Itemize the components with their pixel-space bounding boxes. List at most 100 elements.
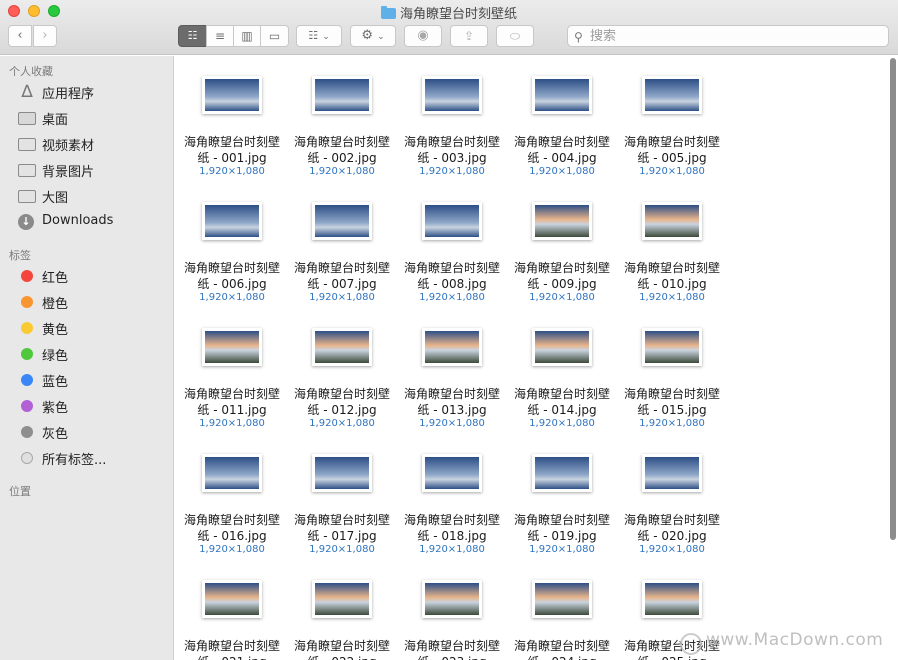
share-icon: ⇪ xyxy=(463,29,475,43)
file-item[interactable]: 海角瞭望台时刻壁纸 - 013.jpg 1,920×1,080 xyxy=(397,308,507,429)
back-button[interactable]: ‹ xyxy=(8,25,32,47)
file-item[interactable]: 海角瞭望台时刻壁纸 - 003.jpg 1,920×1,080 xyxy=(397,56,507,177)
search-field[interactable]: ⚲ xyxy=(567,25,889,47)
sidebar-tag-red[interactable]: 红色 xyxy=(0,264,174,288)
sidebar-item-video-assets[interactable]: 视频素材 xyxy=(0,132,174,156)
file-item[interactable]: 海角瞭望台时刻壁纸 - 011.jpg 1,920×1,080 xyxy=(177,308,287,429)
file-name-line: 纸 - 022.jpg xyxy=(287,654,397,660)
file-name: 海角瞭望台时刻壁纸 - 008.jpg xyxy=(397,260,507,292)
file-name: 海角瞭望台时刻壁纸 - 017.jpg xyxy=(287,512,397,544)
sidebar-item-applications[interactable]: ∆ 应用程序 xyxy=(0,80,174,104)
thumbnail-image xyxy=(205,79,259,111)
file-item[interactable]: 海角瞭望台时刻壁纸 - 008.jpg 1,920×1,080 xyxy=(397,182,507,303)
image-thumbnail xyxy=(312,328,372,366)
sidebar-item-label: 应用程序 xyxy=(42,87,95,102)
file-name-line: 海角瞭望台时刻壁 xyxy=(403,135,500,149)
file-item[interactable]: 海角瞭望台时刻壁纸 - 009.jpg 1,920×1,080 xyxy=(507,182,617,303)
image-thumbnail xyxy=(312,454,372,492)
sidebar-item-label: 橙色 xyxy=(42,297,69,312)
all-tags-icon xyxy=(21,452,33,464)
share-button[interactable]: ⇪ xyxy=(450,25,488,47)
file-name-line: 海角瞭望台时刻壁 xyxy=(513,387,610,401)
file-item[interactable]: 海角瞭望台时刻壁纸 - 015.jpg 1,920×1,080 xyxy=(617,308,727,429)
group-by-button[interactable]: ☷ ⌄ xyxy=(296,25,342,47)
file-item[interactable]: 海角瞭望台时刻壁纸 - 016.jpg 1,920×1,080 xyxy=(177,434,287,555)
list-view-button[interactable]: ≡ xyxy=(206,25,234,47)
sidebar-tag-yellow[interactable]: 黄色 xyxy=(0,316,174,340)
search-input[interactable] xyxy=(590,28,880,44)
file-item[interactable]: 海角瞭望台时刻壁纸 - 019.jpg 1,920×1,080 xyxy=(507,434,617,555)
image-thumbnail xyxy=(312,202,372,240)
action-button[interactable]: ⚙ ⌄ xyxy=(350,25,396,47)
vertical-scrollbar[interactable] xyxy=(888,56,898,660)
file-item[interactable]: 海角瞭望台时刻壁纸 - 017.jpg 1,920×1,080 xyxy=(287,434,397,555)
file-item[interactable]: 海角瞭望台时刻壁纸 - 024.jpg xyxy=(507,560,617,660)
file-item[interactable]: 海角瞭望台时刻壁纸 - 004.jpg 1,920×1,080 xyxy=(507,56,617,177)
eye-icon: ◉ xyxy=(417,28,429,43)
image-thumbnail xyxy=(422,454,482,492)
sidebar-item-backgrounds[interactable]: 背景图片 xyxy=(0,158,174,182)
file-item[interactable]: 海角瞭望台时刻壁纸 - 014.jpg 1,920×1,080 xyxy=(507,308,617,429)
file-name: 海角瞭望台时刻壁纸 - 012.jpg xyxy=(287,386,397,418)
image-dimensions: 1,920×1,080 xyxy=(639,292,705,303)
sidebar-tag-green[interactable]: 绿色 xyxy=(0,342,174,366)
sidebar-tag-purple[interactable]: 紫色 xyxy=(0,394,174,418)
sidebar-item-label: Downloads xyxy=(42,213,114,228)
watermark-logo-icon xyxy=(680,633,702,655)
sidebar-tag-orange[interactable]: 橙色 xyxy=(0,290,174,314)
icon-view-button[interactable]: ☷ xyxy=(178,25,207,47)
quick-look-button[interactable]: ◉ xyxy=(404,25,442,47)
file-name-line: 纸 - 014.jpg xyxy=(527,403,597,417)
file-name-line: 纸 - 002.jpg xyxy=(307,151,377,165)
watermark-text: www.MacDown.com xyxy=(706,630,884,650)
file-name-line: 海角瞭望台时刻壁 xyxy=(293,135,390,149)
sidebar-item-label: 背景图片 xyxy=(42,165,95,180)
file-item[interactable]: 海角瞭望台时刻壁纸 - 001.jpg 1,920×1,080 xyxy=(177,56,287,177)
sidebar-tag-blue[interactable]: 蓝色 xyxy=(0,368,174,392)
image-dimensions: 1,920×1,080 xyxy=(419,418,485,429)
file-item[interactable]: 海角瞭望台时刻壁纸 - 022.jpg xyxy=(287,560,397,660)
folder-icon xyxy=(18,190,36,203)
file-name-line: 纸 - 013.jpg xyxy=(417,403,487,417)
file-item[interactable]: 海角瞭望台时刻壁纸 - 006.jpg 1,920×1,080 xyxy=(177,182,287,303)
orange-tag-dot-icon xyxy=(21,296,33,308)
sidebar-tag-gray[interactable]: 灰色 xyxy=(0,420,174,444)
tag-button[interactable]: ⬭ xyxy=(496,25,534,47)
thumbnail-image xyxy=(315,331,369,363)
file-name-line: 海角瞭望台时刻壁 xyxy=(403,513,500,527)
file-item[interactable]: 海角瞭望台时刻壁纸 - 018.jpg 1,920×1,080 xyxy=(397,434,507,555)
image-dimensions: 1,920×1,080 xyxy=(529,418,595,429)
file-name: 海角瞭望台时刻壁纸 - 024.jpg xyxy=(507,638,617,660)
image-thumbnail xyxy=(422,580,482,618)
file-item[interactable]: 海角瞭望台时刻壁纸 - 020.jpg 1,920×1,080 xyxy=(617,434,727,555)
file-name-line: 海角瞭望台时刻壁 xyxy=(183,639,280,653)
forward-button[interactable]: › xyxy=(33,25,57,47)
scrollbar-thumb[interactable] xyxy=(890,58,896,540)
column-view-icon: ▥ xyxy=(241,29,253,43)
yellow-tag-dot-icon xyxy=(21,322,33,334)
file-item[interactable]: 海角瞭望台时刻壁纸 - 002.jpg 1,920×1,080 xyxy=(287,56,397,177)
sidebar-item-downloads[interactable]: ↓ Downloads xyxy=(0,210,174,234)
file-item[interactable]: 海角瞭望台时刻壁纸 - 021.jpg xyxy=(177,560,287,660)
file-name-line: 海角瞭望台时刻壁 xyxy=(513,261,610,275)
file-name-line: 海角瞭望台时刻壁 xyxy=(293,261,390,275)
file-item[interactable]: 海角瞭望台时刻壁纸 - 005.jpg 1,920×1,080 xyxy=(617,56,727,177)
sidebar-item-desktop[interactable]: 桌面 xyxy=(0,106,174,130)
image-thumbnail xyxy=(532,76,592,114)
gallery-view-button[interactable]: ▭ xyxy=(260,25,289,47)
file-name-line: 海角瞭望台时刻壁 xyxy=(623,135,720,149)
thumbnail-image xyxy=(535,457,589,489)
column-view-button[interactable]: ▥ xyxy=(233,25,261,47)
image-thumbnail xyxy=(532,580,592,618)
file-name: 海角瞭望台时刻壁纸 - 006.jpg xyxy=(177,260,287,292)
file-item[interactable]: 海角瞭望台时刻壁纸 - 012.jpg 1,920×1,080 xyxy=(287,308,397,429)
file-item[interactable]: 海角瞭望台时刻壁纸 - 023.jpg xyxy=(397,560,507,660)
file-item[interactable]: 海角瞭望台时刻壁纸 - 007.jpg 1,920×1,080 xyxy=(287,182,397,303)
sidebar-all-tags[interactable]: 所有标签... xyxy=(0,446,174,470)
sidebar-item-large-images[interactable]: 大图 xyxy=(0,184,174,208)
file-item[interactable]: 海角瞭望台时刻壁纸 - 010.jpg 1,920×1,080 xyxy=(617,182,727,303)
group-by-icon: ☷ xyxy=(308,29,319,42)
file-name-line: 纸 - 010.jpg xyxy=(637,277,707,291)
blue-tag-dot-icon xyxy=(21,374,33,386)
file-name: 海角瞭望台时刻壁纸 - 002.jpg xyxy=(287,134,397,166)
